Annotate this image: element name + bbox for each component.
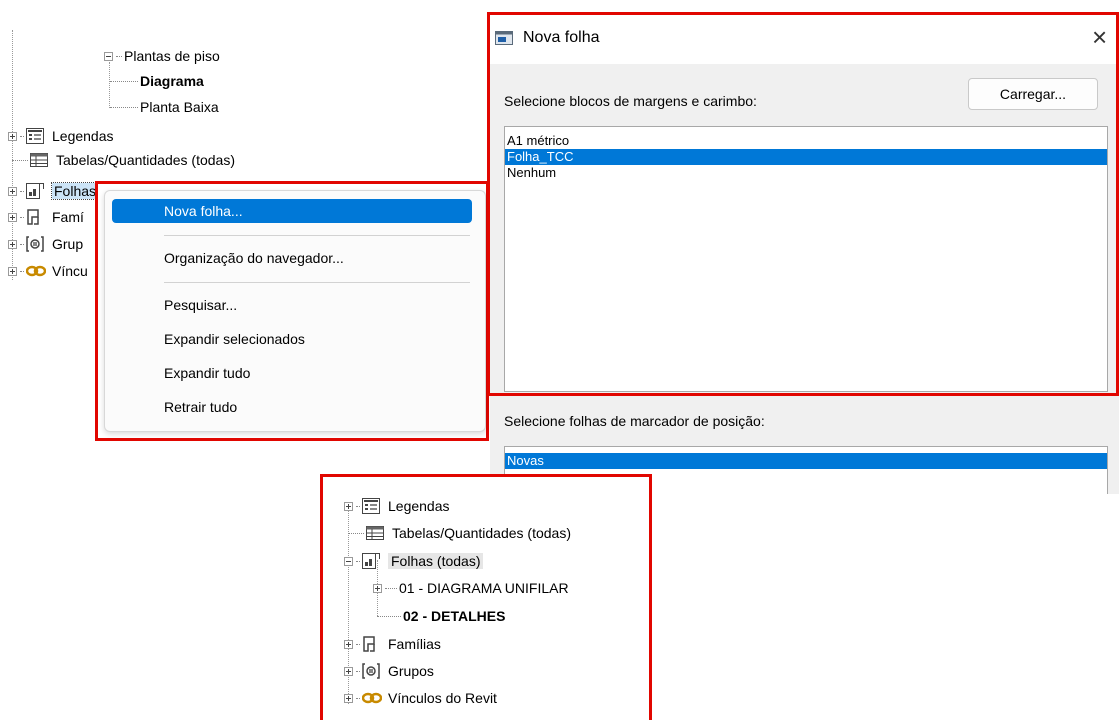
sheet-icon: [26, 183, 46, 199]
tree-node-vinculos[interactable]: Víncu: [8, 260, 88, 282]
expand-icon[interactable]: [8, 212, 17, 222]
tree-node-diagrama[interactable]: Diagrama: [110, 70, 204, 92]
family-icon: [26, 209, 46, 225]
annotation-box-tree: [320, 474, 652, 720]
link-icon: [26, 263, 46, 279]
tree-node-legendas[interactable]: Legendas: [8, 125, 114, 147]
menu-separator: [164, 282, 470, 283]
expand-icon[interactable]: [8, 131, 17, 141]
expand-icon[interactable]: [8, 186, 17, 196]
tree-node-tabelas[interactable]: Tabelas/Quantidades (todas): [12, 149, 235, 171]
tree-label: Tabelas/Quantidades (todas): [56, 152, 235, 168]
tree-node-plantas[interactable]: Plantas de piso: [104, 45, 220, 67]
menu-item-retrair-tudo[interactable]: Retrair tudo: [164, 395, 237, 419]
collapse-icon[interactable]: [104, 51, 113, 61]
list-item-novas[interactable]: Novas: [505, 453, 1107, 469]
menu-item-expandir-selecionados[interactable]: Expandir selecionados: [164, 327, 305, 351]
tree-label: Diagrama: [140, 73, 204, 89]
tree-label: Grup: [52, 236, 84, 252]
tree-label: Legendas: [52, 128, 114, 144]
legend-icon: [26, 128, 46, 144]
tree-node-familias[interactable]: Famí: [8, 206, 84, 228]
group-icon: [26, 236, 46, 252]
tree-label: Víncu: [52, 263, 88, 279]
menu-item-organizacao[interactable]: Organização do navegador...: [164, 246, 344, 270]
tree-node-grupos[interactable]: Grup: [8, 233, 83, 255]
expand-icon[interactable]: [8, 266, 17, 276]
menu-separator: [164, 235, 470, 236]
menu-item-pesquisar[interactable]: Pesquisar...: [164, 293, 237, 317]
menu-item-nova-folha[interactable]: Nova folha...: [164, 199, 243, 223]
schedule-icon: [30, 152, 50, 168]
tree-node-planta-baixa[interactable]: Planta Baixa: [110, 96, 219, 118]
expand-icon[interactable]: [8, 239, 17, 249]
menu-item-expandir-tudo[interactable]: Expandir tudo: [164, 361, 250, 385]
tree-label: Famí: [52, 209, 84, 225]
placeholder-sheets-label: Selecione folhas de marcador de posição:: [504, 413, 765, 429]
tree-label: Plantas de piso: [124, 48, 220, 64]
context-menu-panel: [104, 190, 486, 432]
tree-label: Planta Baixa: [140, 99, 219, 115]
annotation-box-dialog: [487, 12, 1119, 396]
